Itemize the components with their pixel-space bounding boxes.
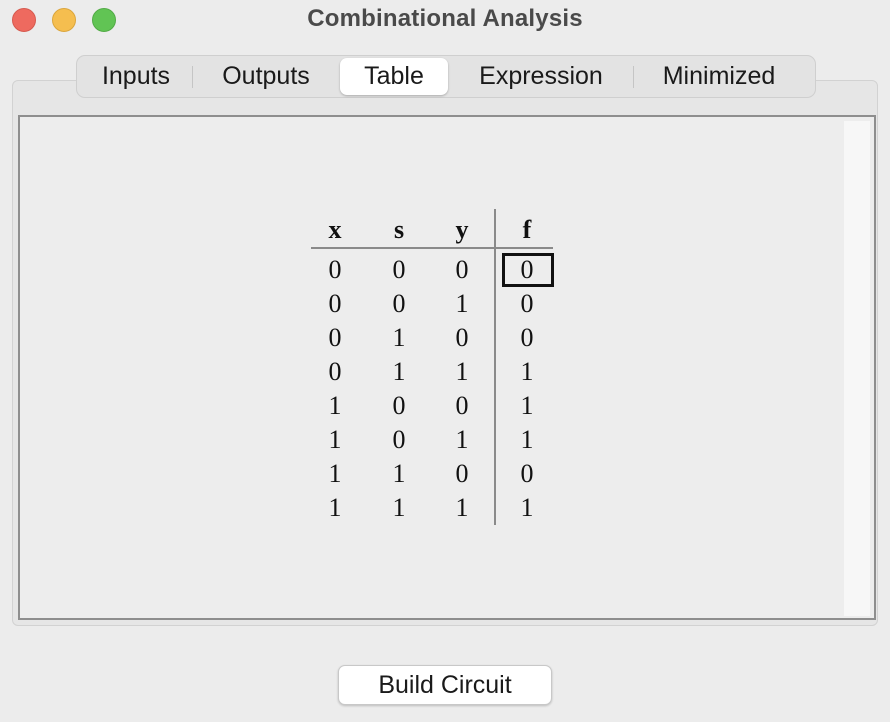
window-title: Combinational Analysis [307,5,583,32]
input-cell: 1 [328,459,342,488]
header-divider [311,247,553,249]
input-cell: 1 [455,357,469,386]
vertical-scrollbar[interactable] [844,121,870,616]
output-cell[interactable]: 0 [512,459,542,489]
tab-expression[interactable]: Expression [449,58,633,95]
tab-bar: Inputs Outputs Table Expression Minimize… [76,55,816,98]
output-cell[interactable]: 1 [512,425,542,455]
output-cell[interactable]: 0 [512,323,542,353]
header-y: y [455,215,469,244]
tab-outputs[interactable]: Outputs [193,58,339,95]
header-f: f [522,215,532,244]
input-cell: 1 [455,493,469,522]
input-cell: 1 [392,323,406,352]
input-cell: 0 [328,289,342,318]
output-cell[interactable]: 1 [512,493,542,523]
input-cell: 0 [392,425,406,454]
build-circuit-button[interactable]: Build Circuit [338,665,552,705]
input-cell: 0 [328,357,342,386]
input-cell: 0 [455,323,469,352]
input-cell: 1 [328,425,342,454]
tab-inputs[interactable]: Inputs [80,58,192,95]
input-cell: 0 [455,255,469,284]
truth-table: x s y f 0 0 0 0 0 0 1 0 0 1 0 0 0 1 1 1 1 0 0 1 1 0 1 1 1 1 0 0 1 1 1 1 [311,209,555,527]
input-cell: 0 [392,391,406,420]
input-cell: 1 [392,459,406,488]
input-cell: 1 [392,357,406,386]
input-cell: 1 [455,425,469,454]
output-cell[interactable]: 0 [512,255,542,285]
output-divider [494,209,496,525]
input-cell: 0 [328,323,342,352]
tab-table[interactable]: Table [340,58,448,95]
output-cell[interactable]: 1 [512,391,542,421]
input-cell: 0 [328,255,342,284]
input-cell: 1 [392,493,406,522]
tab-minimized[interactable]: Minimized [634,58,804,95]
header-s: s [393,215,405,244]
input-cell: 1 [328,493,342,522]
output-cell[interactable]: 1 [512,357,542,387]
combinational-analysis-window: Combinational Analysis Inputs Outputs Ta… [0,0,890,722]
input-cell: 1 [455,289,469,318]
input-cell: 0 [455,459,469,488]
title-bar: Combinational Analysis [0,0,890,40]
input-cell: 0 [455,391,469,420]
header-x: x [328,215,342,244]
input-cell: 0 [392,289,406,318]
output-cell[interactable]: 0 [512,289,542,319]
input-cell: 0 [392,255,406,284]
input-cell: 1 [328,391,342,420]
